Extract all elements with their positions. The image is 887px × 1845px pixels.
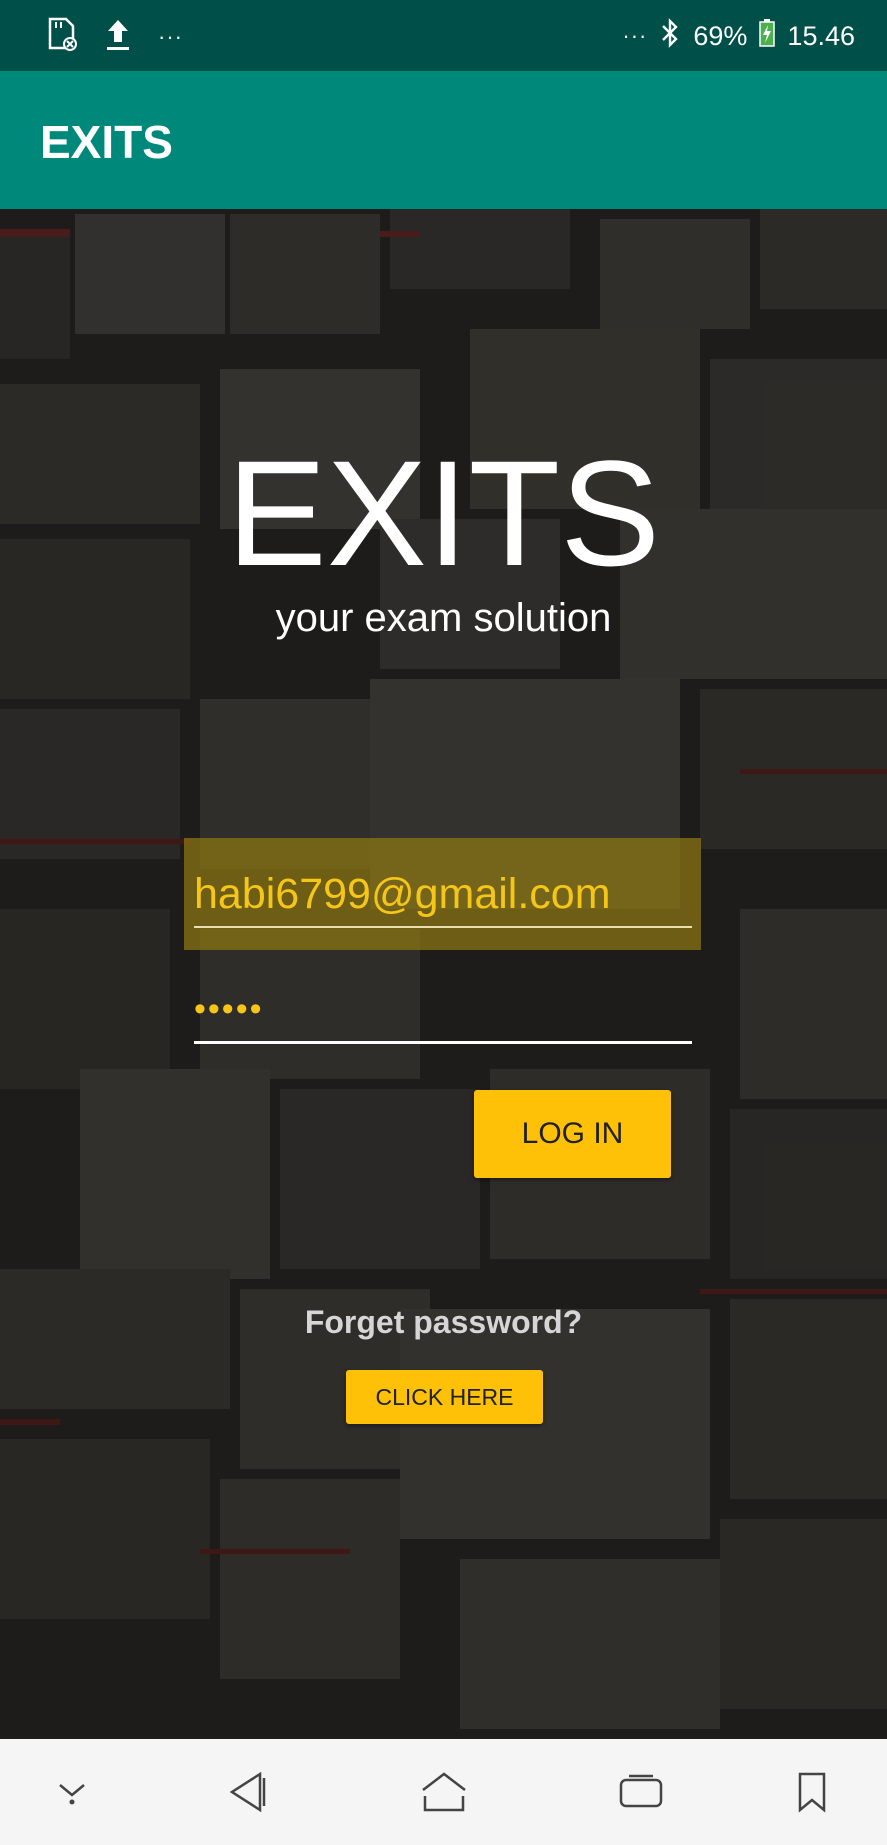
recents-icon[interactable] [611, 1767, 671, 1817]
navigation-bar [0, 1739, 887, 1845]
email-field[interactable]: habi6799@gmail.com [194, 870, 611, 919]
back-icon[interactable] [218, 1767, 278, 1817]
upload-icon [104, 16, 132, 57]
battery-percent: 69% [693, 20, 748, 51]
home-icon[interactable] [414, 1767, 474, 1817]
password-field-underline [194, 1041, 692, 1044]
email-field-underline [194, 926, 692, 928]
more-notifications-icon: ··· [158, 23, 183, 49]
sd-card-icon [46, 17, 78, 56]
more-status-icon: ··· [622, 23, 648, 48]
logo-title: EXITS [226, 429, 661, 597]
bluetooth-icon [659, 17, 681, 56]
click-here-button[interactable]: CLICK HERE [346, 1370, 543, 1424]
password-field[interactable]: ••••• [194, 990, 264, 1029]
forgot-password-text: Forget password? [304, 1304, 583, 1340]
status-bar: ··· ··· 69% 15.46 [0, 0, 887, 71]
login-button[interactable]: LOG IN [474, 1090, 671, 1178]
chevron-down-icon[interactable] [42, 1767, 102, 1817]
clock: 15.46 [787, 20, 855, 51]
app-bar: EXITS [0, 71, 887, 209]
logo-subtitle: your exam solution [275, 596, 612, 640]
bookmark-icon[interactable] [782, 1767, 842, 1817]
app-title: EXITS [40, 116, 173, 168]
battery-charging-icon [759, 18, 776, 54]
